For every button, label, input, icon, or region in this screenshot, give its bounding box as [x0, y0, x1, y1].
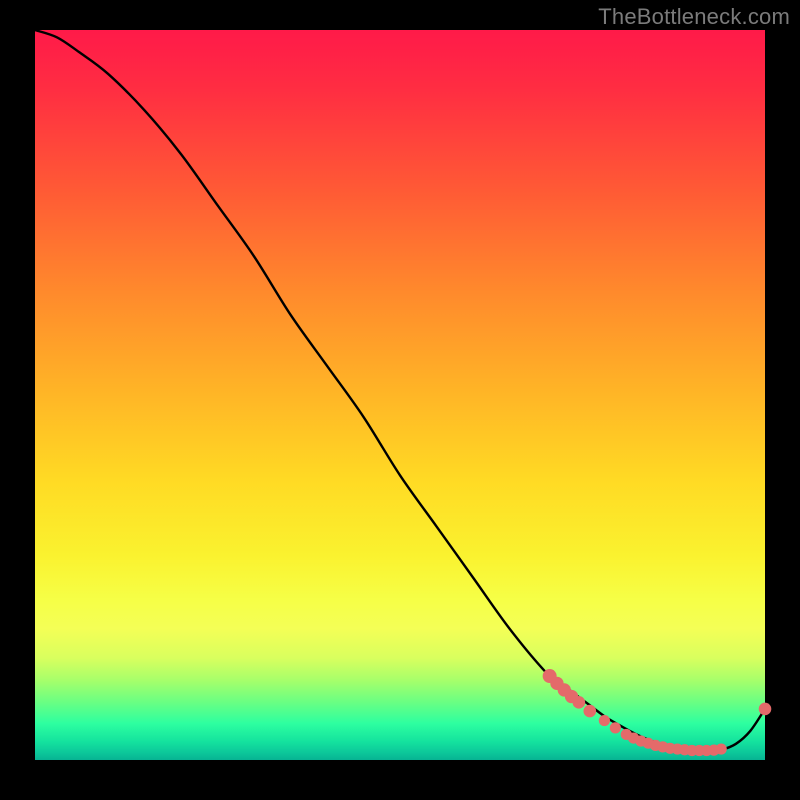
plot-area	[35, 30, 765, 760]
data-dot	[759, 703, 772, 716]
data-dot	[584, 705, 597, 718]
figure-root: TheBottleneck.com	[0, 0, 800, 800]
bottleneck-curve	[35, 30, 765, 751]
chart-svg	[35, 30, 765, 760]
watermark-text: TheBottleneck.com	[598, 4, 790, 30]
data-dot	[716, 743, 727, 754]
data-dot	[599, 715, 610, 726]
data-dot	[610, 722, 621, 733]
data-dot	[573, 696, 586, 709]
